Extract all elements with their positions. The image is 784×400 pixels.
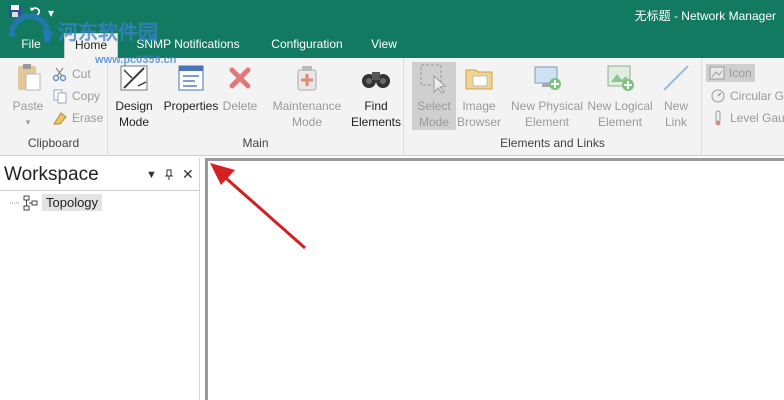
find-elements-button[interactable]: Find Elements (348, 62, 404, 130)
erase-button[interactable]: Erase (52, 110, 103, 126)
image-gauge-icon (709, 66, 725, 80)
watermark: 河东软件园 www.pc0359.cn (0, 8, 210, 68)
close-icon[interactable]: ✕ (182, 166, 194, 183)
select-mode-button[interactable]: Select Mode (412, 62, 456, 130)
new-link-button[interactable]: New Link (656, 62, 696, 130)
workspace-header: Workspace ▼ ✕ (0, 158, 200, 191)
annotation-arrow (210, 163, 306, 250)
main-group: Design Mode Properties Delete Maintenanc… (108, 58, 404, 156)
tree-line-icon (10, 202, 20, 203)
circular-gauge-button[interactable]: Circular Ga (710, 88, 784, 104)
elements-links-group: Select Mode Image Browser New Physical E… (404, 58, 702, 156)
properties-button[interactable]: Properties (162, 62, 220, 114)
thermometer-icon (715, 110, 721, 126)
cut-icon (52, 67, 67, 82)
tree-item-label: Topology (42, 194, 103, 211)
new-logical-element-icon (607, 65, 634, 91)
icon-gauge-button[interactable]: Icon (706, 64, 755, 82)
watermark-text-line1: 河东软件园 (58, 22, 158, 44)
clipboard-group: Paste ▾ Cut Copy Erase Clipboard (0, 58, 108, 156)
watermark-text-line2: www.pc0359.cn (95, 54, 177, 66)
maintenance-mode-icon (297, 66, 317, 91)
select-mode-icon (420, 64, 447, 94)
workspace-title: Workspace (4, 164, 99, 185)
binoculars-icon (362, 72, 390, 88)
pin-icon[interactable] (164, 169, 174, 184)
paste-button[interactable]: Paste ▾ (8, 62, 48, 130)
topology-icon (23, 195, 38, 210)
window-title: 无标题 - Network Manager (634, 9, 776, 23)
elements-links-group-label: Elements and Links (500, 136, 605, 150)
new-link-icon (663, 65, 689, 91)
tab-view[interactable]: View (364, 33, 404, 58)
maintenance-mode-button[interactable]: Maintenance Mode (268, 62, 346, 130)
gauges-group: Icon Circular Ga Level Gaug (702, 58, 784, 156)
image-browser-button[interactable]: Image Browser (456, 62, 502, 130)
erase-icon (53, 112, 67, 125)
new-physical-element-icon (534, 66, 561, 90)
tab-configuration[interactable]: Configuration (262, 33, 352, 58)
watermark-logo-icon (8, 13, 54, 44)
delete-button[interactable]: Delete (222, 62, 258, 114)
copy-icon (53, 89, 67, 104)
new-physical-element-button[interactable]: New Physical Element (510, 62, 584, 130)
paste-dropdown-icon: ▾ (25, 117, 31, 127)
panel-menu-icon[interactable]: ▼ (146, 169, 157, 181)
new-logical-element-button[interactable]: New Logical Element (586, 62, 654, 130)
workspace-panel: Workspace ▼ ✕ Topology (0, 158, 200, 400)
delete-icon (229, 67, 251, 89)
image-browser-icon (465, 69, 493, 90)
circular-gauge-icon (711, 89, 725, 103)
cut-button[interactable]: Cut (52, 66, 91, 82)
main-group-label: Main (242, 136, 269, 150)
tree-item-topology[interactable]: Topology (10, 194, 103, 211)
clipboard-group-label: Clipboard (27, 136, 80, 150)
level-gauge-button[interactable]: Level Gaug (710, 110, 784, 126)
design-mode-button[interactable]: Design Mode (112, 62, 156, 130)
copy-button[interactable]: Copy (52, 88, 100, 104)
ribbon: Paste ▾ Cut Copy Erase Clipboard Design … (0, 58, 784, 156)
